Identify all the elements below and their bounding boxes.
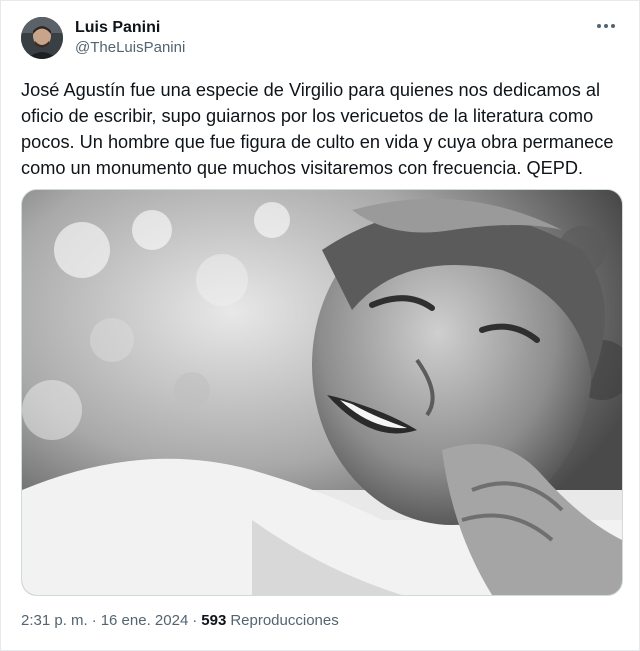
meta-separator-2: · — [192, 612, 198, 629]
meta-separator: · — [91, 612, 97, 629]
author-handle[interactable]: @TheLuisPanini — [75, 38, 185, 58]
tweet-text: José Agustín fue una especie de Virgilio… — [21, 80, 614, 178]
tweet-media-photo[interactable] — [21, 189, 623, 596]
avatar[interactable] — [21, 17, 63, 59]
user-avatar-photo-icon — [21, 17, 63, 59]
views-count: 593 — [201, 612, 227, 629]
tweet-card: Luis Panini @TheLuisPanini José Agustín … — [0, 0, 640, 651]
more-options-button[interactable] — [593, 15, 619, 37]
tweet-time[interactable]: 2:31 p. m. — [21, 611, 88, 631]
black-and-white-portrait-photo-icon — [22, 190, 622, 595]
more-horizontal-icon — [597, 24, 615, 28]
author-display-name[interactable]: Luis Panini — [75, 18, 185, 38]
views-label: Reproducciones — [230, 612, 339, 629]
author-names: Luis Panini @TheLuisPanini — [75, 18, 185, 58]
tweet-header: Luis Panini @TheLuisPanini — [21, 15, 185, 61]
tweet-meta: 2:31 p. m. · 16 ene. 2024 · 593 Reproduc… — [21, 611, 339, 631]
tweet-date[interactable]: 16 ene. 2024 — [101, 611, 189, 631]
